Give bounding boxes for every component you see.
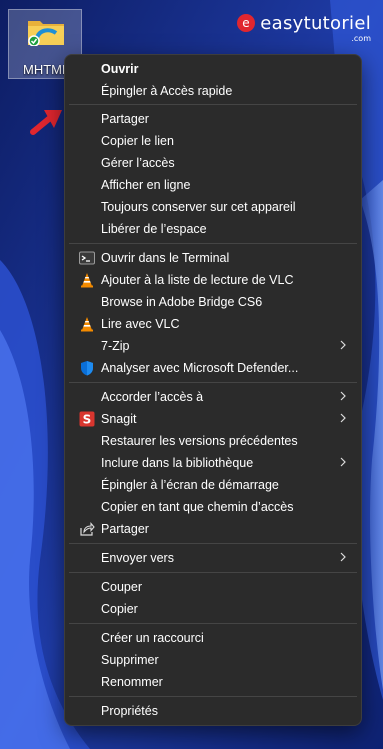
menu-item-proprietes[interactable]: Propriétés [69,700,357,722]
chevron-right-icon [340,413,346,423]
menu-item-supprimer[interactable]: Supprimer [69,649,357,671]
menu-item-ouvrir[interactable]: Ouvrir [69,58,357,80]
menu-item-ouvrir-terminal[interactable]: Ouvrir dans le Terminal [69,247,357,269]
menu-item-partager[interactable]: Partager [69,518,357,540]
menu-separator [69,543,357,544]
menu-item-liberer-espace[interactable]: Libérer de l’espace [69,218,357,240]
menu-item-ajouter-vlc[interactable]: Ajouter à la liste de lecture de VLC [69,269,357,291]
menu-separator [69,696,357,697]
menu-item-renommer[interactable]: Renommer [69,671,357,693]
menu-separator [69,243,357,244]
vlc-cone-icon [81,273,93,288]
menu-item-epingler-acces-rapide[interactable]: Épingler à Accès rapide [69,80,357,102]
snagit-icon: S [79,411,95,427]
menu-item-lire-vlc[interactable]: Lire avec VLC [69,313,357,335]
vlc-cone-icon [81,317,93,332]
menu-separator [69,623,357,624]
chevron-right-icon [340,457,346,467]
menu-item-epingler-demarrage[interactable]: Épingler à l’écran de démarrage [69,474,357,496]
menu-item-analyser-defender[interactable]: Analyser avec Microsoft Defender... [69,357,357,379]
menu-item-gerer-acces[interactable]: Gérer l’accès [69,152,357,174]
menu-item-restaurer-versions[interactable]: Restaurer les versions précédentes [69,430,357,452]
menu-item-toujours-conserver[interactable]: Toujours conserver sur cet appareil [69,196,357,218]
menu-item-accorder-acces[interactable]: Accorder l’accès à [69,386,357,408]
menu-item-creer-raccourci[interactable]: Créer un raccourci [69,627,357,649]
menu-item-copier-chemin[interactable]: Copier en tant que chemin d’accès [69,496,357,518]
menu-separator [69,572,357,573]
chevron-right-icon [340,552,346,562]
pointer-arrow-icon [30,110,62,135]
menu-item-copier-lien[interactable]: Copier le lien [69,130,357,152]
menu-separator [69,104,357,105]
defender-shield-icon [81,361,93,376]
brand-logo-icon: e [237,14,256,32]
menu-item-7zip[interactable]: 7-Zip [69,335,357,357]
menu-separator [69,382,357,383]
svg-text:e: e [243,16,250,30]
menu-item-couper[interactable]: Couper [69,576,357,598]
share-icon [80,522,95,536]
menu-item-afficher-en-ligne[interactable]: Afficher en ligne [69,174,357,196]
menu-item-inclure-bibliotheque[interactable]: Inclure dans la bibliothèque [69,452,357,474]
chevron-right-icon [340,391,346,401]
menu-item-adobe-bridge[interactable]: Browse in Adobe Bridge CS6 [69,291,357,313]
menu-item-partager-onedrive[interactable]: Partager [69,108,357,130]
easytutoriel-logo: e easytutoriel .com [236,10,371,43]
svg-text:S: S [83,413,92,427]
folder-icon [28,21,64,46]
chevron-right-icon [340,340,346,350]
menu-item-envoyer-vers[interactable]: Envoyer vers [69,547,357,569]
brand-name: easytutoriel [260,12,371,34]
terminal-icon [79,251,95,265]
context-menu: Ouvrir Épingler à Accès rapide Partager … [64,54,362,726]
menu-item-copier[interactable]: Copier [69,598,357,620]
menu-item-snagit[interactable]: S Snagit [69,408,357,430]
brand-tld: .com [351,34,371,43]
